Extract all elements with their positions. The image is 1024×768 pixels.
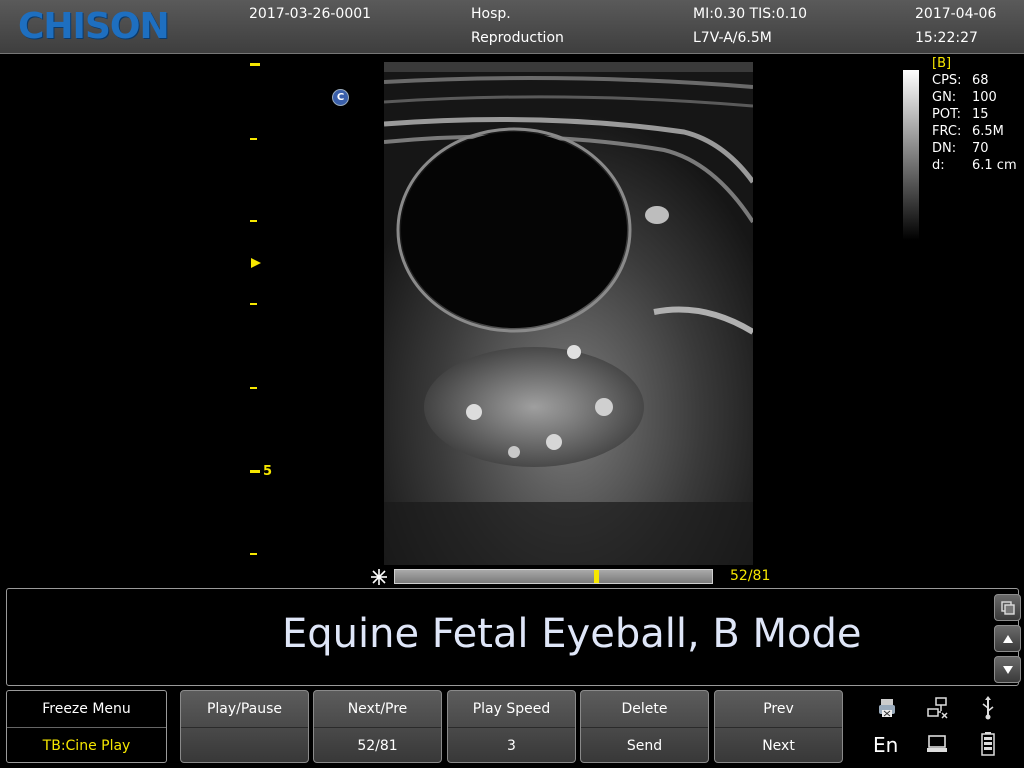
freeze-menu-panel[interactable]: Freeze Menu TB:Cine Play <box>6 690 167 763</box>
grayscale-bar <box>903 70 919 240</box>
softkey-play-pause[interactable]: Play/Pause <box>180 690 309 763</box>
depth-tick <box>250 63 260 66</box>
image-parameters: [B] CPS: 68 GN: 100 POT: 15 FRC: 6.5M DN: 70 … <box>932 55 1017 174</box>
trackball-mode: TB:Cine Play <box>42 738 131 754</box>
mi-tis-readout: MI:0.30 TIS:0.10 <box>693 6 808 22</box>
comment-panel[interactable]: Equine Fetal Eyeball, B Mode <box>6 588 1021 686</box>
arrow-up-icon <box>1002 634 1013 643</box>
param-row: CPS: 68 <box>932 72 1017 89</box>
softkey-label: Next/Pre <box>347 701 408 717</box>
softkey-value: 52/81 <box>357 738 398 754</box>
depth-tick <box>250 303 257 305</box>
eyeball-scan-graphic <box>384 62 753 565</box>
param-value: 100 <box>972 90 997 105</box>
scroll-up-button[interactable] <box>994 625 1021 652</box>
depth-label: 5 <box>263 464 273 479</box>
param-key: DN: <box>932 141 957 156</box>
depth-tick <box>250 553 257 555</box>
softkey-label: Play/Pause <box>206 701 283 717</box>
hospital-name: Hosp. <box>471 6 511 22</box>
softkey-prev-next[interactable]: Prev Next <box>714 690 843 763</box>
menu-title: Freeze Menu <box>42 701 131 717</box>
exam-type: Reproduction <box>471 30 564 46</box>
scroll-down-button[interactable] <box>994 656 1021 683</box>
focus-marker-icon[interactable] <box>251 258 261 268</box>
imaging-mode: [B] <box>932 56 952 71</box>
softkey-play-speed[interactable]: Play Speed 3 <box>447 690 576 763</box>
current-date: 2017-04-06 <box>915 6 997 22</box>
param-row: d: 6.1 cm <box>932 157 1017 174</box>
patient-id: 2017-03-26-0001 <box>249 6 372 22</box>
layers-icon <box>1000 600 1015 615</box>
param-value: 68 <box>972 73 989 88</box>
softkey-divider <box>448 727 575 728</box>
cine-slider-thumb[interactable] <box>594 570 599 583</box>
softkey-label: Play Speed <box>472 701 551 717</box>
print-icon[interactable] <box>874 695 900 721</box>
network-icon[interactable] <box>924 695 950 721</box>
param-row: GN: 100 <box>932 89 1017 106</box>
param-row: FRC: 6.5M <box>932 123 1017 140</box>
cine-progress-bar[interactable] <box>394 569 713 584</box>
param-key: GN: <box>932 90 957 105</box>
softkey-divider <box>314 727 441 728</box>
softkey-value: 3 <box>507 738 516 754</box>
depth-tick <box>250 387 257 389</box>
menu-divider <box>7 727 166 728</box>
current-time: 15:22:27 <box>915 30 978 46</box>
param-value: 6.1 cm <box>972 158 1017 173</box>
laptop-icon[interactable] <box>924 731 950 757</box>
orientation-badge: C <box>332 89 349 106</box>
param-value: 15 <box>972 107 989 122</box>
comment-text: Equine Fetal Eyeball, B Mode <box>282 611 862 657</box>
top-header: CHISON 2017-03-26-0001 Hosp. Reproductio… <box>0 0 1024 54</box>
softkey-label: Prev <box>763 701 794 717</box>
softkey-next-pre[interactable]: Next/Pre 52/81 <box>313 690 442 763</box>
cine-frame-count: 52/81 <box>730 568 771 584</box>
param-key: d: <box>932 158 945 173</box>
ultrasound-image[interactable] <box>384 62 753 565</box>
param-row: DN: 70 <box>932 140 1017 157</box>
param-key: FRC: <box>932 124 962 139</box>
battery-icon <box>975 731 1001 757</box>
param-key: CPS: <box>932 73 962 88</box>
softkey-delete-send[interactable]: Delete Send <box>580 690 709 763</box>
freeze-snowflake-icon <box>370 568 388 586</box>
param-key: POT: <box>932 107 961 122</box>
depth-tick <box>250 138 257 140</box>
softkey-divider <box>581 727 708 728</box>
softkey-label: Delete <box>621 701 668 717</box>
probe-frequency: L7V-A/6.5M <box>693 30 772 46</box>
param-value: 70 <box>972 141 989 156</box>
arrow-down-icon <box>1002 665 1013 674</box>
softkey-value: Send <box>626 738 663 754</box>
softkey-divider <box>181 727 308 728</box>
softkey-value: Next <box>762 738 795 754</box>
param-value: 6.5M <box>972 124 1004 139</box>
brand-logo: CHISON <box>18 6 170 47</box>
language-indicator[interactable]: En <box>873 733 898 757</box>
depth-tick <box>250 220 257 222</box>
softkey-divider <box>715 727 842 728</box>
copy-layer-button[interactable] <box>994 594 1021 621</box>
depth-tick <box>250 470 260 473</box>
param-row: POT: 15 <box>932 106 1017 123</box>
usb-icon[interactable] <box>975 695 1001 721</box>
